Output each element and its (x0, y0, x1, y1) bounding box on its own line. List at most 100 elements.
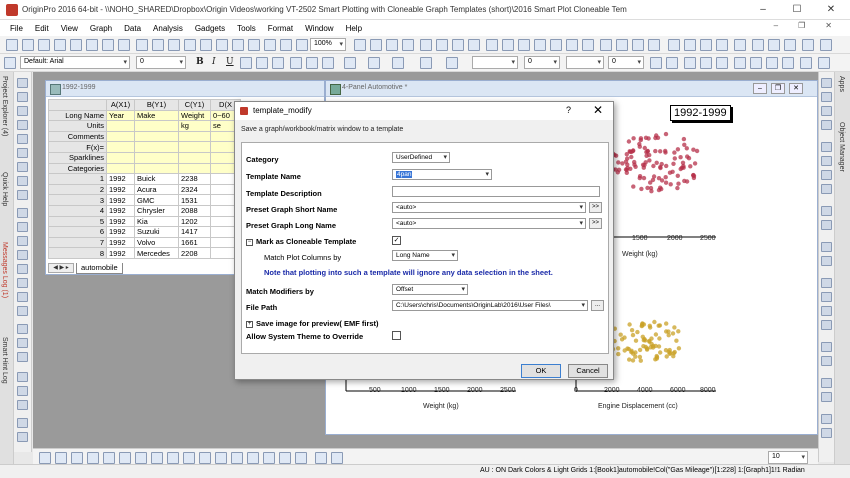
row-header-long-name[interactable]: Long Name (48, 109, 107, 122)
year-cell[interactable]: 1992 (106, 183, 135, 196)
rotate-icon[interactable] (821, 378, 832, 388)
data-reader-icon[interactable] (17, 148, 28, 158)
border-width-select[interactable]: 0 (608, 56, 644, 69)
border-style-select[interactable] (566, 56, 604, 69)
sparkline-cell[interactable] (134, 151, 179, 164)
column-plot-icon[interactable] (87, 452, 99, 464)
close-button[interactable]: ✕ (816, 2, 846, 18)
region-mask-icon[interactable] (17, 190, 28, 200)
year-cell[interactable]: 1992 (106, 226, 135, 238)
align-top-obj-icon[interactable] (821, 306, 832, 316)
draw-data-icon[interactable] (17, 176, 28, 186)
new-function-icon[interactable] (70, 39, 82, 51)
object-manager-tab[interactable]: Object Manager (838, 122, 845, 172)
menu-window[interactable]: Window (305, 24, 333, 33)
rescale-icon[interactable] (502, 39, 514, 51)
menu-data[interactable]: Data (124, 24, 141, 33)
menu-file[interactable]: File (10, 24, 23, 33)
results-log-icon[interactable] (436, 39, 448, 51)
text-tool-icon[interactable] (17, 208, 28, 218)
weight-cell[interactable]: 2088 (178, 204, 211, 217)
browse-button[interactable]: ... (591, 300, 604, 311)
mdi-minimize-icon[interactable]: – (774, 21, 778, 30)
row-header-comments[interactable]: Comments (48, 130, 107, 143)
delete-y-icon[interactable] (768, 39, 780, 51)
arrange-icon[interactable] (550, 39, 562, 51)
flip-icon[interactable] (821, 392, 832, 402)
template-description-input[interactable] (392, 186, 600, 197)
layer-3-icon[interactable] (821, 106, 832, 116)
apps-tab[interactable]: Apps (838, 76, 845, 92)
make-cell[interactable]: Buick (134, 173, 179, 185)
pen-color-icon[interactable] (446, 57, 458, 69)
dialog-title[interactable]: template_modify (235, 102, 613, 120)
line-symbol-icon[interactable] (71, 452, 83, 464)
delete-x-icon[interactable] (752, 39, 764, 51)
filter-clear-icon[interactable] (716, 39, 728, 51)
pie-chart-icon[interactable] (151, 452, 163, 464)
weight-cell[interactable]: 1531 (178, 194, 211, 206)
long-name-cell[interactable]: Weight (178, 109, 211, 122)
rectangle-tool-icon[interactable] (17, 264, 28, 274)
year-cell[interactable]: 1992 (106, 236, 135, 249)
import-ascii-icon[interactable] (232, 39, 244, 51)
match-plot-columns-select[interactable]: Long Name (392, 250, 458, 261)
command-window-icon[interactable] (452, 39, 464, 51)
column-header-a[interactable]: A(X1) (106, 99, 135, 111)
italic-button[interactable]: I (212, 57, 216, 67)
sheet-nav-arrows[interactable]: ◀ ▶ ▸ (48, 263, 74, 273)
menu-format[interactable]: Format (268, 24, 293, 33)
align-right-obj-icon[interactable] (821, 292, 832, 302)
mask-icon[interactable] (734, 39, 746, 51)
arrange-layers-icon[interactable] (821, 142, 832, 152)
mdi-close-icon[interactable]: ✕ (825, 21, 832, 30)
code-builder-icon[interactable] (402, 39, 414, 51)
line-tool-icon[interactable] (17, 250, 28, 260)
column-header-c[interactable]: C(Y1) (178, 99, 211, 111)
column-header-b[interactable]: B(Y1) (134, 99, 179, 111)
front-icon[interactable] (821, 242, 832, 252)
rgb-icon[interactable] (782, 57, 794, 69)
layer-1-icon[interactable] (821, 78, 832, 88)
make-cell[interactable]: Kia (134, 215, 179, 228)
unlock-icon[interactable] (821, 428, 832, 438)
mdi-restore-icon[interactable]: ❐ (798, 21, 805, 30)
multi-panel-icon[interactable] (199, 452, 211, 464)
insert-table-icon[interactable] (17, 338, 28, 348)
category-cell[interactable] (134, 162, 179, 175)
minimize-button[interactable]: – (748, 2, 778, 18)
comments-cell[interactable] (178, 130, 211, 143)
insert-equation-icon[interactable] (17, 352, 28, 362)
cmyk-icon[interactable] (766, 57, 778, 69)
graph-window-title[interactable]: 4-Panel Automotive * (326, 81, 817, 97)
print-icon[interactable] (354, 39, 366, 51)
layer-contents-icon[interactable] (632, 39, 644, 51)
collapse-minus-icon[interactable]: − (246, 238, 253, 246)
template-library-icon[interactable] (295, 452, 307, 464)
align-left-obj-icon[interactable] (821, 278, 832, 288)
layer-4-icon[interactable] (821, 120, 832, 130)
open-template-icon[interactable] (152, 39, 164, 51)
contour-icon[interactable] (231, 452, 243, 464)
make-cell[interactable]: GMC (134, 194, 179, 206)
column-3d-icon[interactable] (315, 452, 327, 464)
line-color-icon[interactable] (344, 57, 356, 69)
graph-close-button[interactable]: ✕ (789, 83, 803, 94)
save-template-icon[interactable] (184, 39, 196, 51)
import-multiple-icon[interactable] (248, 39, 260, 51)
fill-pattern-icon[interactable] (420, 57, 432, 69)
year-cell[interactable]: 1992 (106, 194, 135, 206)
increase-font-icon[interactable] (290, 57, 302, 69)
long-name-combo[interactable]: <auto> (392, 218, 586, 229)
units-cell[interactable]: kg (178, 120, 211, 132)
zoom-select[interactable]: 100% (310, 38, 346, 51)
grid-icon[interactable] (684, 57, 696, 69)
dialog-help-button[interactable]: ? (566, 105, 571, 115)
fx-cell[interactable] (178, 141, 211, 153)
align-layers-icon[interactable] (821, 156, 832, 166)
size-layers-icon[interactable] (821, 170, 832, 180)
units-cell[interactable] (134, 120, 179, 132)
merge-cells-icon[interactable] (716, 57, 728, 69)
category-cell[interactable] (106, 162, 135, 175)
category-cell[interactable] (178, 162, 211, 175)
